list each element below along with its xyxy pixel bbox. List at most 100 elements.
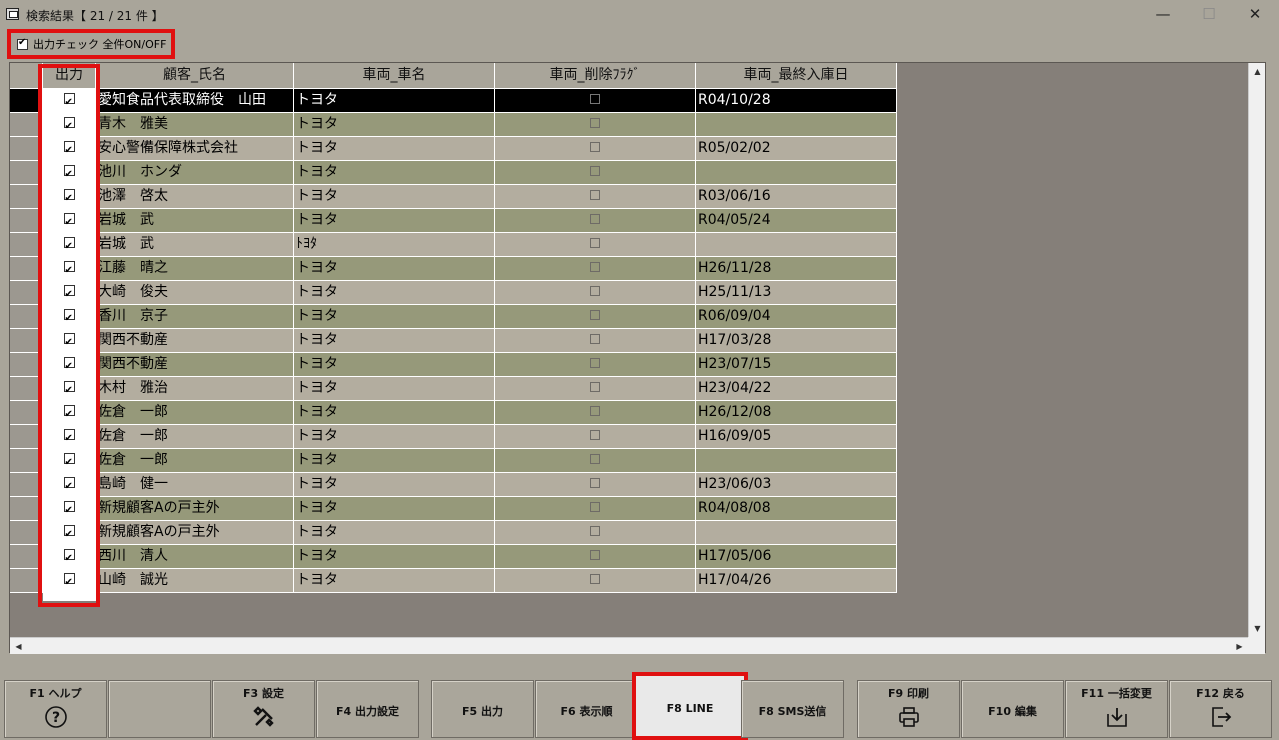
car-name-cell[interactable]: トヨタ: [294, 401, 495, 425]
table-row[interactable]: 西川 清人トヨタ H17/05/06: [10, 545, 897, 569]
last-entry-date-cell[interactable]: R04/05/24: [696, 209, 897, 233]
delete-flag-cell[interactable]: [495, 449, 696, 473]
delete-flag-checkbox[interactable]: [590, 405, 600, 416]
output-cell[interactable]: [43, 257, 96, 281]
delete-flag-cell[interactable]: [495, 161, 696, 185]
customer-name-cell[interactable]: 新規顧客Aの戸主外: [96, 497, 294, 521]
last-entry-date-cell[interactable]: [696, 113, 897, 137]
output-cell[interactable]: [43, 161, 96, 185]
output-checkbox[interactable]: [63, 91, 75, 112]
output-checkbox[interactable]: [63, 355, 75, 376]
delete-flag-checkbox[interactable]: [590, 357, 600, 368]
last-entry-date-cell[interactable]: R04/10/28: [696, 89, 897, 113]
row-header[interactable]: [10, 329, 43, 353]
customer-name-cell[interactable]: 江藤 晴之: [96, 257, 294, 281]
car-name-cell[interactable]: ﾄﾖﾀ: [294, 233, 495, 257]
row-header[interactable]: [10, 209, 43, 233]
row-header[interactable]: [10, 281, 43, 305]
column-header-delete-flag[interactable]: 車両_削除ﾌﾗｸﾞ: [495, 63, 696, 89]
table-row[interactable]: 島崎 健一トヨタ H23/06/03: [10, 473, 897, 497]
customer-name-cell[interactable]: 関西不動産: [96, 329, 294, 353]
car-name-cell[interactable]: トヨタ: [294, 473, 495, 497]
output-check-toggle-all[interactable]: 出力チェック 全件ON/OFF: [7, 29, 175, 59]
row-header[interactable]: [10, 497, 43, 521]
delete-flag-checkbox[interactable]: [590, 429, 600, 440]
table-row[interactable]: 佐倉 一郎トヨタ H26/12/08: [10, 401, 897, 425]
last-entry-date-cell[interactable]: [696, 449, 897, 473]
last-entry-date-cell[interactable]: H17/03/28: [696, 329, 897, 353]
output-checkbox[interactable]: [63, 187, 75, 208]
table-row[interactable]: 江藤 晴之トヨタ H26/11/28: [10, 257, 897, 281]
output-cell[interactable]: [43, 305, 96, 329]
customer-name-cell[interactable]: 島崎 健一: [96, 473, 294, 497]
maximize-button[interactable]: ☐: [1186, 0, 1232, 30]
delete-flag-cell[interactable]: [495, 209, 696, 233]
output-checkbox[interactable]: [63, 547, 75, 568]
delete-flag-cell[interactable]: [495, 305, 696, 329]
table-row[interactable]: 青木 雅美トヨタ: [10, 113, 897, 137]
car-name-cell[interactable]: トヨタ: [294, 545, 495, 569]
delete-flag-checkbox[interactable]: [590, 117, 600, 128]
output-checkbox[interactable]: [63, 571, 75, 592]
row-header[interactable]: [10, 137, 43, 161]
last-entry-date-cell[interactable]: H16/09/05: [696, 425, 897, 449]
delete-flag-cell[interactable]: [495, 113, 696, 137]
output-checkbox[interactable]: [63, 475, 75, 496]
customer-name-cell[interactable]: 大崎 俊夫: [96, 281, 294, 305]
table-row[interactable]: 香川 京子トヨタ R06/09/04: [10, 305, 897, 329]
car-name-cell[interactable]: トヨタ: [294, 281, 495, 305]
row-header[interactable]: [10, 401, 43, 425]
output-checkbox[interactable]: [63, 283, 75, 304]
row-header[interactable]: [10, 185, 43, 209]
output-cell[interactable]: [43, 401, 96, 425]
car-name-cell[interactable]: トヨタ: [294, 329, 495, 353]
car-name-cell[interactable]: トヨタ: [294, 137, 495, 161]
output-cell[interactable]: [43, 113, 96, 137]
table-row[interactable]: 佐倉 一郎トヨタ: [10, 449, 897, 473]
car-name-cell[interactable]: トヨタ: [294, 569, 495, 593]
delete-flag-checkbox[interactable]: [590, 549, 600, 560]
output-cell[interactable]: [43, 569, 96, 593]
output-cell[interactable]: [43, 473, 96, 497]
table-row[interactable]: 愛知食品代表取締役 山田トヨタ R04/10/28: [10, 89, 897, 113]
column-header-output[interactable]: 出力: [43, 63, 96, 89]
car-name-cell[interactable]: トヨタ: [294, 257, 495, 281]
delete-flag-checkbox[interactable]: [590, 93, 600, 104]
table-row[interactable]: 安心警備保障株式会社トヨタ R05/02/02: [10, 137, 897, 161]
scroll-right-arrow-icon[interactable]: ▶: [1231, 638, 1248, 655]
output-checkbox[interactable]: [63, 523, 75, 544]
delete-flag-cell[interactable]: [495, 569, 696, 593]
car-name-cell[interactable]: トヨタ: [294, 449, 495, 473]
row-header[interactable]: [10, 233, 43, 257]
row-header[interactable]: [10, 353, 43, 377]
customer-name-cell[interactable]: 木村 雅治: [96, 377, 294, 401]
output-checkbox[interactable]: [63, 451, 75, 472]
row-header[interactable]: [10, 89, 43, 113]
output-checkbox[interactable]: [63, 139, 75, 160]
table-row[interactable]: 新規顧客Aの戸主外トヨタ: [10, 521, 897, 545]
car-name-cell[interactable]: トヨタ: [294, 89, 495, 113]
table-row[interactable]: 池澤 啓太トヨタ R03/06/16: [10, 185, 897, 209]
minimize-button[interactable]: —: [1140, 0, 1186, 30]
customer-name-cell[interactable]: 佐倉 一郎: [96, 401, 294, 425]
customer-name-cell[interactable]: 関西不動産: [96, 353, 294, 377]
last-entry-date-cell[interactable]: H17/04/26: [696, 569, 897, 593]
delete-flag-checkbox[interactable]: [590, 453, 600, 464]
last-entry-date-cell[interactable]: H25/11/13: [696, 281, 897, 305]
last-entry-date-cell[interactable]: R04/08/08: [696, 497, 897, 521]
last-entry-date-cell[interactable]: R06/09/04: [696, 305, 897, 329]
delete-flag-checkbox[interactable]: [590, 213, 600, 224]
customer-name-cell[interactable]: 新規顧客Aの戸主外: [96, 521, 294, 545]
scroll-down-arrow-icon[interactable]: ▼: [1249, 620, 1266, 637]
toggle-all-checkbox[interactable]: [17, 37, 28, 50]
vertical-scrollbar[interactable]: ▲ ▼: [1248, 63, 1265, 637]
output-cell[interactable]: [43, 545, 96, 569]
customer-name-cell[interactable]: 岩城 武: [96, 209, 294, 233]
delete-flag-checkbox[interactable]: [590, 285, 600, 296]
table-row[interactable]: 関西不動産トヨタ H17/03/28: [10, 329, 897, 353]
f3-settings-button[interactable]: F3 設定: [212, 680, 315, 738]
output-cell[interactable]: [43, 353, 96, 377]
delete-flag-checkbox[interactable]: [590, 309, 600, 320]
car-name-cell[interactable]: トヨタ: [294, 353, 495, 377]
output-cell[interactable]: [43, 89, 96, 113]
